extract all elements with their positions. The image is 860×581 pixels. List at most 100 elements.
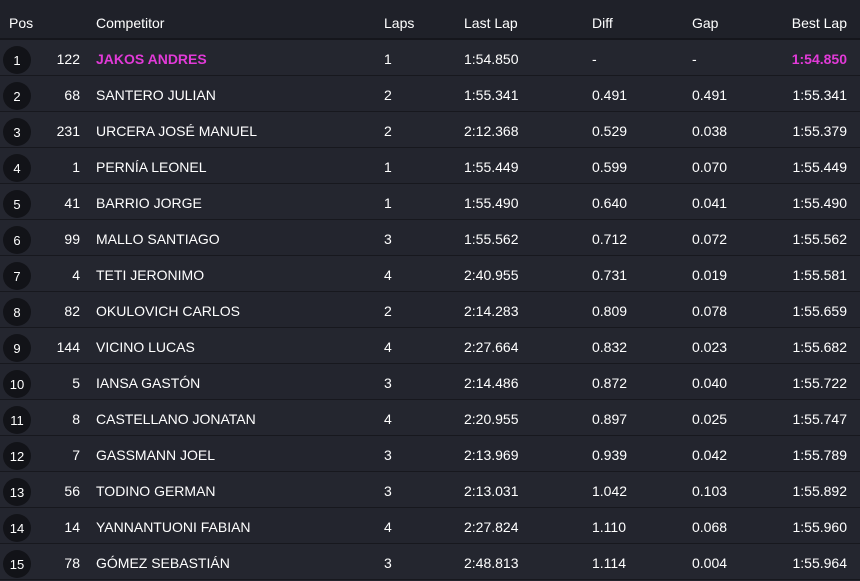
best-lap-time: 1:55.379 xyxy=(792,123,848,139)
gap-value: 0.042 xyxy=(692,447,728,463)
position-badge: 9 xyxy=(3,334,31,362)
last-lap-time: 2:40.955 xyxy=(464,267,519,283)
header-competitor[interactable]: Competitor xyxy=(96,15,164,31)
position-badge: 13 xyxy=(3,478,31,506)
results-list: 1 122 JAKOS ANDRES 1 1:54.850- -1:54.850 2 68 SA… xyxy=(0,40,860,580)
table-row[interactable]: 9 144 VICINO LUCAS 4 2:27.664 0.832 0.023 1:55.… xyxy=(0,328,860,364)
gap-value: 0.041 xyxy=(692,195,728,211)
table-row[interactable]: 15 78 GÓMEZ SEBASTIÁN 3 2:48.813 1.114 0.004 1:… xyxy=(0,544,860,580)
laps-count: 2 xyxy=(384,87,392,103)
gap-value: 0.103 xyxy=(692,483,728,499)
best-lap-time: 1:55.562 xyxy=(792,231,848,247)
header-best-lap[interactable]: Best Lap xyxy=(760,15,847,31)
competitor-name: BARRIO JORGE xyxy=(96,195,202,211)
car-number: 14 xyxy=(64,519,80,535)
laps-count: 4 xyxy=(384,411,392,427)
gap-value: - xyxy=(692,51,697,67)
laps-count: 2 xyxy=(384,303,392,319)
laps-count: 1 xyxy=(384,51,392,67)
table-row[interactable]: 3 231 URCERA JOSÉ MANUEL 2 2:12.368 0.529 0.03… xyxy=(0,112,860,148)
best-lap-time: 1:55.789 xyxy=(792,447,848,463)
car-number: 56 xyxy=(64,483,80,499)
last-lap-time: 2:13.969 xyxy=(464,447,519,463)
car-number: 7 xyxy=(72,447,80,463)
table-row[interactable]: 14 14 YANNANTUONI FABIAN 4 2:27.824 1.110 0.06… xyxy=(0,508,860,544)
gap-value: 0.070 xyxy=(692,159,728,175)
competitor-name: TODINO GERMAN xyxy=(96,483,216,499)
car-number: 5 xyxy=(72,375,80,391)
competitor-name: GASSMANN JOEL xyxy=(96,447,216,463)
diff-value: - xyxy=(592,51,597,67)
diff-value: 0.872 xyxy=(592,375,628,391)
competitor-name: IANSA GASTÓN xyxy=(96,375,201,391)
table-row[interactable]: 12 7 GASSMANN JOEL 3 2:13.969 0.939 0.042 1:55.… xyxy=(0,436,860,472)
competitor-name: PERNÍA LEONEL xyxy=(96,159,207,175)
table-row[interactable]: 4 1 PERNÍA LEONEL 1 1:55.449 0.599 0.070 1:55.4… xyxy=(0,148,860,184)
header-last-lap[interactable]: Last Lap xyxy=(464,15,518,31)
table-row[interactable]: 13 56 TODINO GERMAN 3 2:13.031 1.042 0.103 1:55… xyxy=(0,472,860,508)
table-row[interactable]: 2 68 SANTERO JULIAN 2 1:55.341 0.491 0.491 1:55… xyxy=(0,76,860,112)
last-lap-time: 1:55.490 xyxy=(464,195,519,211)
last-lap-time: 1:55.562 xyxy=(464,231,519,247)
table-header: Pos Competitor Laps Last Lap Diff Gap Be… xyxy=(0,0,860,40)
header-diff[interactable]: Diff xyxy=(592,15,613,31)
table-row[interactable]: 5 41 BARRIO JORGE 1 1:55.490 0.640 0.041 1:55.4… xyxy=(0,184,860,220)
last-lap-time: 2:13.031 xyxy=(464,483,519,499)
table-row[interactable]: 1 122 JAKOS ANDRES 1 1:54.850 - - 1:54.850 xyxy=(0,40,860,76)
laps-count: 4 xyxy=(384,339,392,355)
diff-value: 1.110 xyxy=(592,519,626,535)
table-row[interactable]: 7 4 TETI JERONIMO 4 2:40.955 0.731 0.019 1:55.5… xyxy=(0,256,860,292)
diff-value: 0.712 xyxy=(592,231,628,247)
gap-value: 0.004 xyxy=(692,555,728,571)
gap-value: 0.025 xyxy=(692,411,728,427)
diff-value: 1.042 xyxy=(592,483,628,499)
car-number: 4 xyxy=(72,267,80,283)
competitor-name: GÓMEZ SEBASTIÁN xyxy=(96,555,230,571)
diff-value: 0.599 xyxy=(592,159,628,175)
competitor-name: SANTERO JULIAN xyxy=(96,87,216,103)
position-badge: 2 xyxy=(3,82,31,110)
best-lap-time: 1:55.892 xyxy=(792,483,848,499)
gap-value: 0.068 xyxy=(692,519,728,535)
gap-value: 0.023 xyxy=(692,339,728,355)
best-lap-time: 1:55.341 xyxy=(792,87,848,103)
laps-count: 1 xyxy=(384,159,392,175)
car-number: 8 xyxy=(72,411,80,427)
header-pos[interactable]: Pos xyxy=(9,15,33,31)
diff-value: 0.897 xyxy=(592,411,628,427)
laps-count: 3 xyxy=(384,483,392,499)
diff-value: 0.529 xyxy=(592,123,628,139)
position-badge: 7 xyxy=(3,262,31,290)
header-gap[interactable]: Gap xyxy=(692,15,718,31)
competitor-name: MALLO SANTIAGO xyxy=(96,231,220,247)
laps-count: 3 xyxy=(384,447,392,463)
timing-board: Pos Competitor Laps Last Lap Diff Gap Be… xyxy=(0,0,860,581)
table-row[interactable]: 10 5 IANSA GASTÓN 3 2:14.486 0.872 0.040 1:55.7… xyxy=(0,364,860,400)
last-lap-time: 1:55.449 xyxy=(464,159,519,175)
best-lap-time: 1:55.682 xyxy=(792,339,848,355)
car-number: 68 xyxy=(64,87,80,103)
last-lap-time: 2:12.368 xyxy=(464,123,519,139)
table-row[interactable]: 8 82 OKULOVICH CARLOS 2 2:14.283 0.809 0.078 1:… xyxy=(0,292,860,328)
header-laps[interactable]: Laps xyxy=(384,15,414,31)
gap-value: 0.040 xyxy=(692,375,728,391)
position-badge: 1 xyxy=(3,46,31,74)
diff-value: 0.640 xyxy=(592,195,628,211)
table-row[interactable]: 6 99 MALLO SANTIAGO 3 1:55.562 0.712 0.072 1:55… xyxy=(0,220,860,256)
best-lap-time: 1:55.449 xyxy=(792,159,848,175)
gap-value: 0.038 xyxy=(692,123,728,139)
position-badge: 12 xyxy=(3,442,31,470)
table-row[interactable]: 11 8 CASTELLANO JONATAN 4 2:20.955 0.897 0.025… xyxy=(0,400,860,436)
gap-value: 0.019 xyxy=(692,267,728,283)
best-lap-time: 1:54.850 xyxy=(791,51,847,67)
competitor-name: CASTELLANO JONATAN xyxy=(96,411,256,427)
position-badge: 6 xyxy=(3,226,31,254)
laps-count: 3 xyxy=(384,231,392,247)
position-badge: 15 xyxy=(3,550,31,578)
car-number: 122 xyxy=(56,51,80,67)
car-number: 144 xyxy=(56,339,80,355)
diff-value: 0.491 xyxy=(592,87,628,103)
last-lap-time: 2:48.813 xyxy=(464,555,519,571)
position-badge: 10 xyxy=(3,370,31,398)
car-number: 231 xyxy=(56,123,80,139)
